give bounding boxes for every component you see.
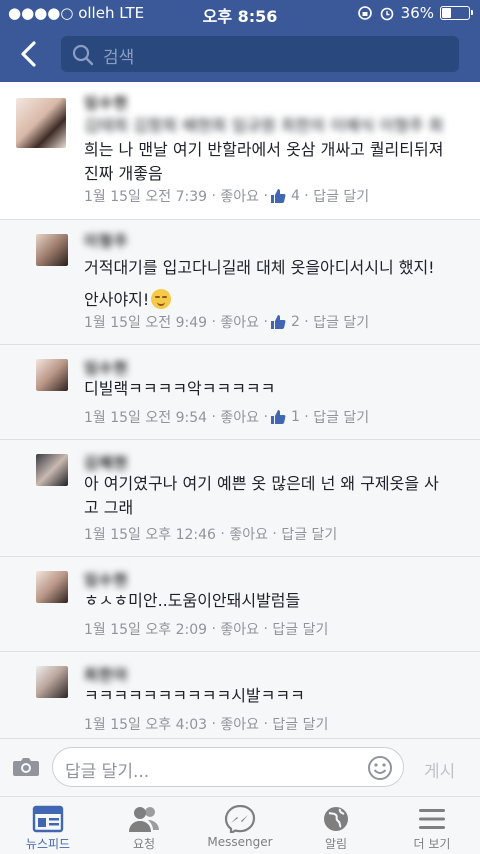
thumbs-up-icon xyxy=(270,189,286,203)
messenger-icon xyxy=(224,805,256,833)
chevron-left-icon xyxy=(21,41,36,67)
tab-label: 요청 xyxy=(132,837,156,851)
battery-icon xyxy=(440,6,473,20)
comment-author[interactable]: 임수현 xyxy=(84,92,128,113)
comment-text: 거적대기를 입고다니길래 대체 옷을아디서시니 했지! 안사야지! xyxy=(84,252,469,316)
reply-button[interactable]: 답글 달기 xyxy=(281,524,337,544)
comment-time: 1월 15일 오전 7:39 xyxy=(84,189,208,205)
comment-author[interactable]: 임수현 xyxy=(84,357,128,378)
thumbs-up-icon xyxy=(270,315,286,329)
avatar[interactable] xyxy=(36,666,68,698)
comment-reply: 임수현 ㅎㅅㅎ미안..도움이안돼시발럼들 1월 15일 오후 2:09 · 좋아… xyxy=(0,557,480,651)
reply-button[interactable]: 답글 달기 xyxy=(313,407,369,427)
thumbs-up-icon xyxy=(270,410,286,424)
avatar[interactable] xyxy=(36,359,68,391)
comment-meta: 1월 15일 오전 9:54 · 좋아요 · 1 · 답글 달기 xyxy=(84,407,370,427)
comment-text-body: 아 여기였구나 여기 예쁜 옷 많은데 넌 왜 구제옷을 사 고 그래 xyxy=(84,474,439,517)
tab-messenger[interactable]: Messenger xyxy=(192,797,288,854)
friend-requests-icon xyxy=(129,807,159,832)
comment-text-body: 거적대기를 입고다니길래 대체 옷을아디서시니 했지! 안사야지! xyxy=(84,258,435,309)
comment-text-body: ㅋㅋㅋㅋㅋㅋㅋㅋㅋㅋ시발ㅋㅋㅋ xyxy=(84,686,305,705)
nav-bar: 검색 xyxy=(0,26,480,82)
comment-time: 1월 15일 오후 12:46 xyxy=(84,527,216,543)
comment-meta: 1월 15일 오후 4:03 · 좋아요 · 답글 달기 xyxy=(84,714,329,734)
globe-icon xyxy=(324,807,348,831)
comment-text: ㅋㅋㅋㅋㅋㅋㅋㅋㅋㅋ시발ㅋㅋㅋ xyxy=(84,684,469,708)
comment-text-body: 디빌랙ㅋㅋㅋㅋ악ㅋㅋㅋㅋㅋ xyxy=(84,379,276,398)
comment-reply: 임수현 디빌랙ㅋㅋㅋㅋ악ㅋㅋㅋㅋㅋ 1월 15일 오전 9:54 · 좋아요 ·… xyxy=(0,345,480,439)
comment-meta: 1월 15일 오전 7:39 · 좋아요 · 4 · 답글 달기 xyxy=(84,186,370,206)
avatar[interactable] xyxy=(16,98,66,148)
like-count: 1 xyxy=(290,409,300,425)
smiling-face-icon xyxy=(151,289,172,309)
search-icon xyxy=(72,44,94,66)
comment-text: 디빌랙ㅋㅋㅋㅋ악ㅋㅋㅋㅋㅋ xyxy=(84,377,469,401)
tab-bar: 뉴스피드 요청 Messenger 알림 더 보기 xyxy=(0,796,480,854)
comment-meta: 1월 15일 오후 2:09 · 좋아요 · 답글 달기 xyxy=(84,619,329,639)
comment-time: 1월 15일 오후 2:09 xyxy=(84,622,208,638)
tab-news-feed[interactable]: 뉴스피드 xyxy=(0,797,96,854)
comment-text: 아 여기였구나 여기 예쁜 옷 많은데 넌 왜 구제옷을 사 고 그래 xyxy=(84,472,469,520)
reply-placeholder: 답글 달기... xyxy=(65,762,150,782)
comment-meta: 1월 15일 오전 9:49 · 좋아요 · 2 · 답글 달기 xyxy=(84,312,370,332)
comment-text-body: ㅎㅅㅎ미안..도움이안돼시발럼들 xyxy=(84,591,301,610)
news-feed-icon xyxy=(32,805,64,833)
comment-meta: 1월 15일 오후 12:46 · 좋아요 · 답글 달기 xyxy=(84,524,338,544)
reply-input[interactable]: 답글 달기... xyxy=(52,747,404,787)
reply-button[interactable]: 답글 달기 xyxy=(313,186,369,206)
tab-more[interactable]: 더 보기 xyxy=(384,797,480,854)
comment-author[interactable]: 최한아 xyxy=(84,664,128,685)
tab-label: Messenger xyxy=(207,835,273,849)
blurred-mentions: 김태희 김항희 배현희 임규원 최한의 이예식 이형주 회 xyxy=(84,116,444,135)
comment-text: ㅎㅅㅎ미안..도움이안돼시발럼들 xyxy=(84,589,469,613)
comment-time: 1월 15일 오전 9:49 xyxy=(84,315,208,331)
camera-icon[interactable] xyxy=(12,756,40,778)
avatar[interactable] xyxy=(36,234,68,266)
avatar[interactable] xyxy=(36,454,68,486)
comment-author[interactable]: 임수현 xyxy=(84,569,128,590)
status-bar: ●●●●○ olleh LTE 오후 8:56 36% xyxy=(0,0,480,26)
tab-notifications[interactable]: 알림 xyxy=(288,797,384,854)
comment: 임수현 김태희 김항희 배현희 임규원 최한의 이예식 이형주 회 희는 나 맨… xyxy=(0,82,480,219)
like-button[interactable]: 좋아요 xyxy=(220,619,259,639)
like-count: 2 xyxy=(290,314,300,330)
reply-button[interactable]: 답글 달기 xyxy=(272,619,328,639)
search-placeholder: 검색 xyxy=(103,48,135,68)
like-button[interactable]: 좋아요 xyxy=(220,186,259,206)
menu-icon xyxy=(419,809,445,829)
comment-author[interactable]: 이형주 xyxy=(84,230,128,251)
reply-composer: 답글 달기... 게시 xyxy=(0,738,480,797)
comment-time: 1월 15일 오전 9:54 xyxy=(84,410,208,426)
comment-reply: 김혜현 아 여기였구나 여기 예쁜 옷 많은데 넌 왜 구제옷을 사 고 그래 … xyxy=(0,440,480,556)
like-button[interactable]: 좋아요 xyxy=(229,524,268,544)
avatar[interactable] xyxy=(36,571,68,603)
like-button[interactable]: 좋아요 xyxy=(220,312,259,332)
comment-reply: 이형주 거적대기를 입고다니길래 대체 옷을아디서시니 했지! 안사야지! 1월… xyxy=(0,220,480,344)
back-button[interactable] xyxy=(14,38,46,70)
search-input[interactable]: 검색 xyxy=(61,36,459,72)
comment-time: 1월 15일 오후 4:03 xyxy=(84,717,208,733)
tab-requests[interactable]: 요청 xyxy=(96,797,192,854)
tab-label: 뉴스피드 xyxy=(25,837,71,851)
reply-button[interactable]: 답글 달기 xyxy=(272,714,328,734)
emoji-icon[interactable] xyxy=(367,755,393,781)
tab-label: 더 보기 xyxy=(413,837,451,851)
like-button[interactable]: 좋아요 xyxy=(220,714,259,734)
comment-text-body: 희는 나 맨날 여기 반할라에서 옷삼 개싸고 퀄리티뒤져 진짜 개좋음 xyxy=(84,140,444,183)
tab-label: 알림 xyxy=(324,837,348,851)
battery-percent: 36% xyxy=(400,4,434,22)
comment-list: 임수현 김태희 김항희 배현희 임규원 최한의 이예식 이형주 회 희는 나 맨… xyxy=(0,82,480,738)
status-icons: 36% xyxy=(357,4,473,22)
comment-reply: 최한아 ㅋㅋㅋㅋㅋㅋㅋㅋㅋㅋ시발ㅋㅋㅋ 1월 15일 오후 4:03 · 좋아요… xyxy=(0,652,480,738)
like-count: 4 xyxy=(290,188,300,204)
rotation-lock-icon xyxy=(357,6,372,20)
like-button[interactable]: 좋아요 xyxy=(220,407,259,427)
alarm-icon xyxy=(380,7,393,21)
comment-text: 김태희 김항희 배현희 임규원 최한의 이예식 이형주 회 희는 나 맨날 여기… xyxy=(84,114,469,186)
post-button[interactable]: 게시 xyxy=(424,757,455,782)
reply-button[interactable]: 답글 달기 xyxy=(313,312,369,332)
comment-author[interactable]: 김혜현 xyxy=(84,452,128,473)
